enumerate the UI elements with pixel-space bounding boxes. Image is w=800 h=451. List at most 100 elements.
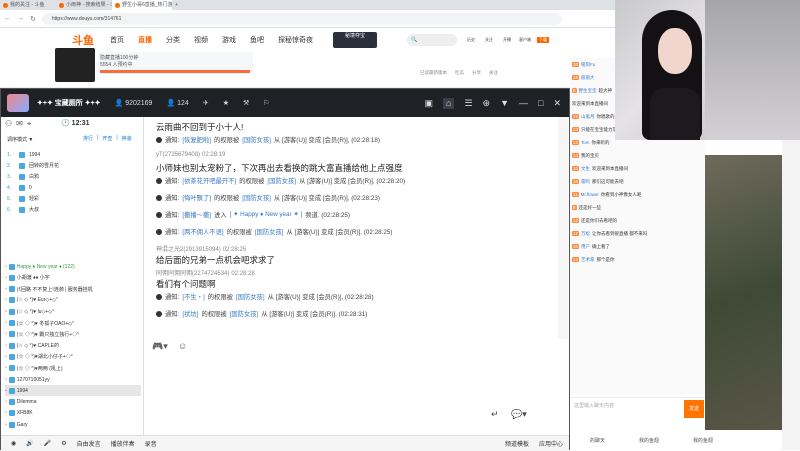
- expand-icon[interactable]: ▫: [5, 286, 7, 292]
- expand-icon[interactable]: ▫: [5, 354, 7, 360]
- treasure-button[interactable]: 秘境夺宝: [333, 32, 377, 48]
- speech-icon[interactable]: 💬▾: [511, 409, 527, 420]
- channel-template[interactable]: 频道模板: [505, 439, 529, 448]
- action-share[interactable]: 分享: [472, 70, 481, 76]
- play-music[interactable]: 播放伴奏: [111, 439, 135, 448]
- action-latest[interactable]: 已读最新版本: [420, 70, 447, 76]
- browser-tab-active[interactable]: 野生小哥6直播_热门游戏直播: [112, 0, 172, 10]
- send-button[interactable]: 发送: [684, 400, 704, 418]
- follow-icon[interactable]: 关注: [483, 37, 495, 43]
- browser-tab[interactable]: 小雨神 - 搜索结果 - 斗鱼直播: [56, 0, 112, 10]
- bottom-link[interactable]: 我的鱼翅: [639, 437, 659, 444]
- emoji-icon[interactable]: ☺: [178, 341, 187, 351]
- close-icon[interactable]: ✕: [553, 98, 561, 109]
- user-list-item[interactable]: ▫ (☆ ◇ °)♥ Eur◇+◇°: [5, 295, 141, 306]
- chat-icon[interactable]: ✉: [16, 119, 23, 129]
- user-list-item[interactable]: ▫ 1994: [5, 385, 141, 397]
- danmaku-user[interactable]: 丽丽大: [581, 75, 595, 81]
- user-list-item[interactable]: ▫ (☆ ◇ °)♥两两 (吼上): [5, 363, 141, 374]
- star-icon[interactable]: ★: [223, 99, 229, 107]
- enter-icon[interactable]: ↵: [491, 409, 499, 420]
- gamepad-icon[interactable]: 🎮▾: [152, 341, 168, 352]
- tab-outfit[interactable]: 换装: [122, 135, 132, 142]
- rank-row[interactable]: 5. 轻彩: [7, 193, 39, 204]
- danmaku-user[interactable]: 山鬼月: [581, 114, 595, 120]
- action-melon[interactable]: 吃瓜: [455, 70, 464, 76]
- plane-icon[interactable]: ✈: [203, 99, 209, 107]
- expand-icon[interactable]: ▫: [5, 422, 7, 428]
- gamepad-icon[interactable]: ⊕: [483, 98, 491, 109]
- user-list-item[interactable]: ▫ (☆ ◇ °)♥ 霸只独立独行+◇°: [5, 329, 141, 340]
- sort-mode[interactable]: 调序模式 ▼: [7, 136, 33, 143]
- douyu-logo[interactable]: 斗鱼: [72, 32, 94, 48]
- user-list-item[interactable]: ▫ Gary: [5, 419, 141, 430]
- nav-live[interactable]: 直播: [138, 35, 152, 45]
- bottom-link[interactable]: 的聊天: [590, 437, 605, 444]
- expand-icon[interactable]: ▫: [5, 377, 7, 383]
- browser-tab[interactable]: 我的关注 - 斗鱼: [0, 0, 56, 10]
- nav-video[interactable]: 视频: [194, 35, 208, 45]
- user-list-item[interactable]: ▫ 1270710051yy: [5, 374, 141, 385]
- expand-icon[interactable]: ▫: [5, 343, 7, 349]
- rank-row[interactable]: 1. 1994: [7, 149, 40, 160]
- user-icon[interactable]: ⚇: [5, 119, 12, 129]
- location-icon[interactable]: ⌖: [27, 119, 32, 129]
- back-icon[interactable]: ←: [4, 15, 11, 22]
- user-list-item[interactable]: ▫ (《回路 不不复上!涟漪 | 服务器挂机: [5, 284, 141, 295]
- logo-icon[interactable]: ◉: [11, 440, 16, 447]
- nav-yuba[interactable]: 鱼吧: [250, 35, 264, 45]
- expand-icon[interactable]: ▫: [5, 331, 7, 337]
- app-center[interactable]: 应用中心: [539, 439, 563, 448]
- client-icon[interactable]: 客户端: [519, 37, 531, 43]
- danmaku-user[interactable]: Mr.flower: [581, 192, 599, 197]
- screen-icon[interactable]: ▣: [425, 98, 434, 109]
- danmaku-user[interactable]: 用户: [581, 244, 590, 250]
- user-list-item[interactable]: ▫ 小胡渡 ♦♦ 小宇: [5, 272, 141, 283]
- mixer-icon[interactable]: ⚙: [61, 440, 66, 447]
- user-list-item[interactable]: ▫ Happy ♦ New year ♦ (122): [5, 261, 141, 272]
- history-icon[interactable]: 历史: [465, 37, 477, 43]
- rank-row[interactable]: 4. 0: [7, 182, 32, 193]
- expand-icon[interactable]: ▫: [5, 399, 7, 405]
- url-field[interactable]: https://www.douyu.com/314761: [41, 12, 562, 25]
- expand-icon[interactable]: ▫: [5, 410, 7, 416]
- danmaku-user[interactable]: 文生: [581, 166, 590, 172]
- room-avatar[interactable]: [7, 94, 29, 112]
- download-icon[interactable]: 下载: [537, 37, 549, 43]
- danmaku-user[interactable]: Tom: [581, 140, 590, 145]
- mic-icon[interactable]: ⚐: [263, 99, 269, 107]
- user-list-item[interactable]: ▫ (☆ ◇ °)♥ CAPLE的: [5, 340, 141, 351]
- user-list-item[interactable]: ▫ (☆ ◇ °)♥湖北小仔子+◇°: [5, 351, 141, 362]
- rank-row[interactable]: 3. 白鸦: [7, 171, 39, 182]
- search-input[interactable]: 🔍: [407, 34, 457, 46]
- volume-icon[interactable]: 🔊: [26, 440, 33, 447]
- user-list-item[interactable]: ▫ XFB8K: [5, 408, 141, 419]
- tab-check[interactable]: 开查: [102, 135, 112, 142]
- expand-icon[interactable]: ▫: [5, 275, 7, 281]
- tab-rank[interactable]: 排行: [83, 135, 93, 142]
- expand-icon[interactable]: ▫: [5, 264, 7, 270]
- danmaku-user[interactable]: 雷鸣: [581, 179, 590, 185]
- signal-icon[interactable]: ▼: [500, 98, 509, 109]
- rank-row[interactable]: 6. 大叔: [7, 204, 39, 215]
- nav-category[interactable]: 分类: [166, 35, 180, 45]
- user-list-item[interactable]: ▫ (☆ ◇ °)♥ 冬孤子OAO+◇°: [5, 318, 141, 329]
- nav-home[interactable]: 首页: [110, 35, 124, 45]
- nav-event[interactable]: 探秘惊奇夜: [278, 35, 313, 45]
- mic-small-icon[interactable]: 🎤: [44, 440, 51, 447]
- message-scrollbar[interactable]: [558, 117, 568, 339]
- tool-icon[interactable]: ⚒: [243, 99, 249, 107]
- maximize-icon[interactable]: □: [538, 98, 543, 109]
- home-icon[interactable]: ⌂: [443, 97, 455, 109]
- reload-icon[interactable]: ↻: [30, 15, 36, 23]
- nav-game[interactable]: 游戏: [222, 35, 236, 45]
- rank-row[interactable]: 2. 回转的雪月花: [7, 160, 59, 171]
- danmaku-user[interactable]: 艺术家: [581, 257, 595, 263]
- forward-icon[interactable]: →: [17, 15, 24, 22]
- expand-icon[interactable]: ▫: [5, 388, 7, 394]
- danmaku-user[interactable]: 万松: [581, 231, 590, 237]
- user-list-item[interactable]: ▫ (☆ ◇ °)♥ lu◇+◇°: [5, 306, 141, 317]
- list-icon[interactable]: ☰: [464, 98, 472, 109]
- new-tab-button[interactable]: +: [172, 0, 184, 10]
- danmaku-user[interactable]: 铭刻Fu: [581, 62, 595, 68]
